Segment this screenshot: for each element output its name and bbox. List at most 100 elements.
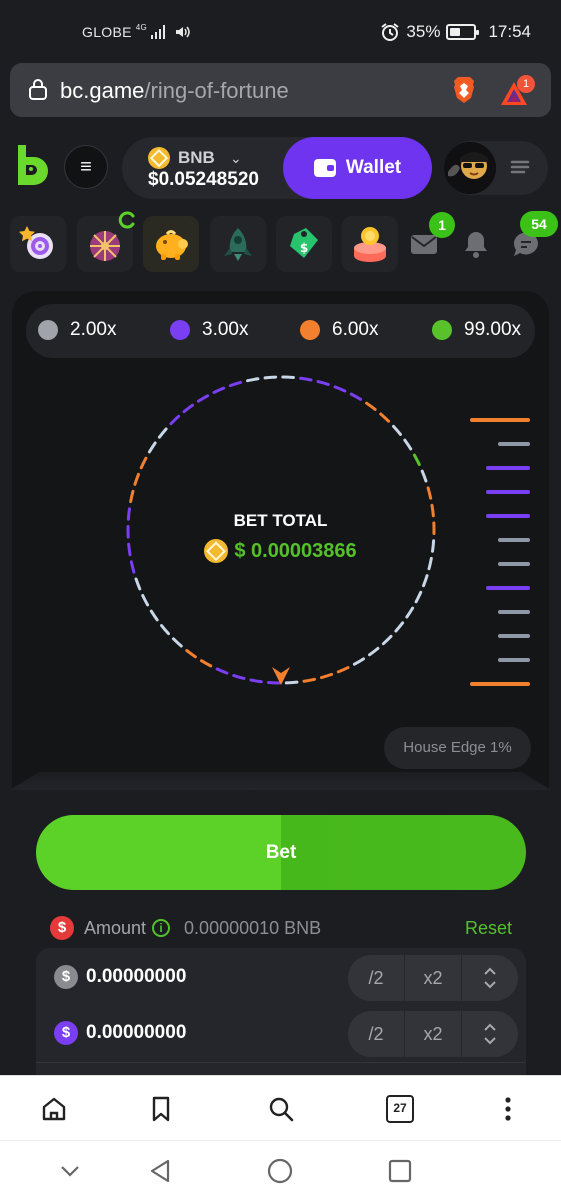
- ring-segment: [263, 375, 278, 380]
- back-icon[interactable]: [146, 1157, 174, 1185]
- user-menu[interactable]: [444, 141, 548, 195]
- ring-segment: [319, 672, 334, 680]
- bc-logo-icon[interactable]: [14, 143, 52, 189]
- vip-rocket-tile[interactable]: [210, 216, 266, 272]
- avatar[interactable]: [444, 142, 496, 194]
- amount-label: Amount: [84, 917, 147, 938]
- coupon-tile[interactable]: $: [276, 216, 332, 272]
- wheel-icon: [90, 231, 120, 261]
- ring-segment: [232, 674, 246, 680]
- double-button[interactable]: x2: [405, 955, 462, 1001]
- amount-row-gray: $ 0.00000000 /2 x2: [36, 949, 526, 1005]
- chevron-down-icon[interactable]: [56, 1157, 84, 1185]
- purple-dot-icon: [170, 320, 190, 340]
- ring-segment: [392, 424, 402, 436]
- double-button[interactable]: x2: [405, 1011, 462, 1057]
- more-options-icon[interactable]: [494, 1095, 522, 1123]
- green-dot-icon: [432, 320, 452, 340]
- chevron-down-icon: ⌄: [230, 150, 242, 166]
- wallet-button[interactable]: Wallet: [283, 137, 432, 199]
- amount-controls: /2 x2: [348, 1011, 518, 1057]
- volume-icon: [176, 26, 190, 38]
- orange-dot-icon: [300, 320, 320, 340]
- bookmark-icon[interactable]: [147, 1095, 175, 1123]
- chat-badge: 54: [520, 211, 558, 237]
- rewards-badge: 1: [517, 75, 535, 93]
- ring-segment: [405, 606, 415, 619]
- bell-icon[interactable]: [460, 228, 492, 260]
- ring-segment: [169, 414, 181, 426]
- ring-segment: [316, 380, 330, 386]
- wallet-icon: [313, 159, 336, 177]
- bet-button[interactable]: Bet: [36, 815, 526, 890]
- multiplier-label: 2.00x: [70, 319, 117, 340]
- ring-segment: [134, 577, 142, 591]
- ring-segment: [147, 441, 157, 454]
- ring-segment: [379, 412, 391, 423]
- multiplier-label: 99.00x: [464, 319, 522, 340]
- menu-button[interactable]: ≡: [64, 145, 108, 189]
- alarm-icon: [381, 23, 400, 41]
- home-icon[interactable]: [40, 1095, 68, 1123]
- dollar-icon: $: [50, 916, 74, 940]
- ring-segment: [129, 560, 136, 574]
- bet-total-value: $ 0.00003866: [234, 539, 357, 562]
- reset-button[interactable]: Reset: [465, 918, 512, 939]
- coin-stack-icon: [354, 227, 386, 262]
- lucky-spin-tile[interactable]: [77, 211, 135, 272]
- ring-segment: [284, 680, 299, 685]
- lock-icon[interactable]: [28, 78, 48, 100]
- bnb-coin-icon: [204, 539, 229, 563]
- ring-segment: [171, 637, 183, 648]
- loading-spinner-icon: [118, 211, 135, 229]
- url-path: /ring-of-fortune: [144, 78, 289, 103]
- purple-dollar-icon: $: [54, 1021, 78, 1045]
- ring-segment: [133, 472, 140, 486]
- brave-shield-icon[interactable]: [449, 75, 479, 105]
- hamburger-icon: ≡: [80, 156, 92, 178]
- price-tag-icon: $: [290, 228, 318, 258]
- battery-icon: [446, 24, 480, 40]
- piggy-bank-tile[interactable]: [143, 216, 199, 272]
- ring-segment: [333, 385, 347, 393]
- gray-dot-icon: [38, 320, 58, 340]
- house-edge-badge: House Edge 1%: [384, 727, 531, 769]
- search-icon[interactable]: [267, 1095, 295, 1123]
- target-star-icon: [19, 226, 53, 259]
- status-bar: GLOBE 4G 35% 17:54: [0, 0, 561, 62]
- ring-segment: [299, 376, 313, 382]
- browser-toolbar: 27: [0, 1075, 561, 1140]
- stepper-icon[interactable]: [462, 955, 518, 1001]
- list-menu-icon: [510, 160, 530, 174]
- tabs-button[interactable]: 27: [386, 1095, 414, 1123]
- status-right: 35% 17:54: [380, 22, 531, 42]
- deposit-bonus-tile[interactable]: [342, 216, 398, 272]
- ring-segment: [157, 427, 168, 439]
- ring-segment: [215, 667, 229, 675]
- url-text[interactable]: bc.game/ring-of-fortune: [60, 78, 289, 104]
- multiplier-label: 6.00x: [332, 319, 379, 340]
- half-button[interactable]: /2: [348, 955, 405, 1001]
- stepper-icon[interactable]: [462, 1011, 518, 1057]
- recents-icon[interactable]: [386, 1157, 414, 1185]
- ring-segment: [212, 386, 226, 394]
- ring-segment: [228, 380, 243, 388]
- status-left: GLOBE 4G: [82, 23, 191, 40]
- address-bar[interactable]: bc.game/ring-of-fortune 1: [10, 63, 551, 117]
- half-button[interactable]: /2: [348, 1011, 405, 1057]
- system-nav-bar: [0, 1140, 561, 1200]
- ring-segment: [199, 659, 213, 668]
- ring-segment: [349, 392, 363, 401]
- wallet-label: Wallet: [345, 157, 402, 178]
- info-icon[interactable]: i: [152, 919, 171, 937]
- brave-rewards-button[interactable]: 1: [499, 75, 535, 109]
- url-host: bc.game: [60, 78, 145, 103]
- amount-input[interactable]: 0.00000000: [86, 1022, 186, 1044]
- ring-segment: [403, 438, 413, 451]
- ring-segment: [420, 469, 428, 483]
- gray-dollar-icon: $: [54, 965, 78, 989]
- ring-segment: [160, 624, 170, 636]
- quest-tile[interactable]: [10, 216, 66, 272]
- amount-input[interactable]: 0.00000000: [86, 966, 186, 988]
- home-circle-icon[interactable]: [266, 1157, 294, 1185]
